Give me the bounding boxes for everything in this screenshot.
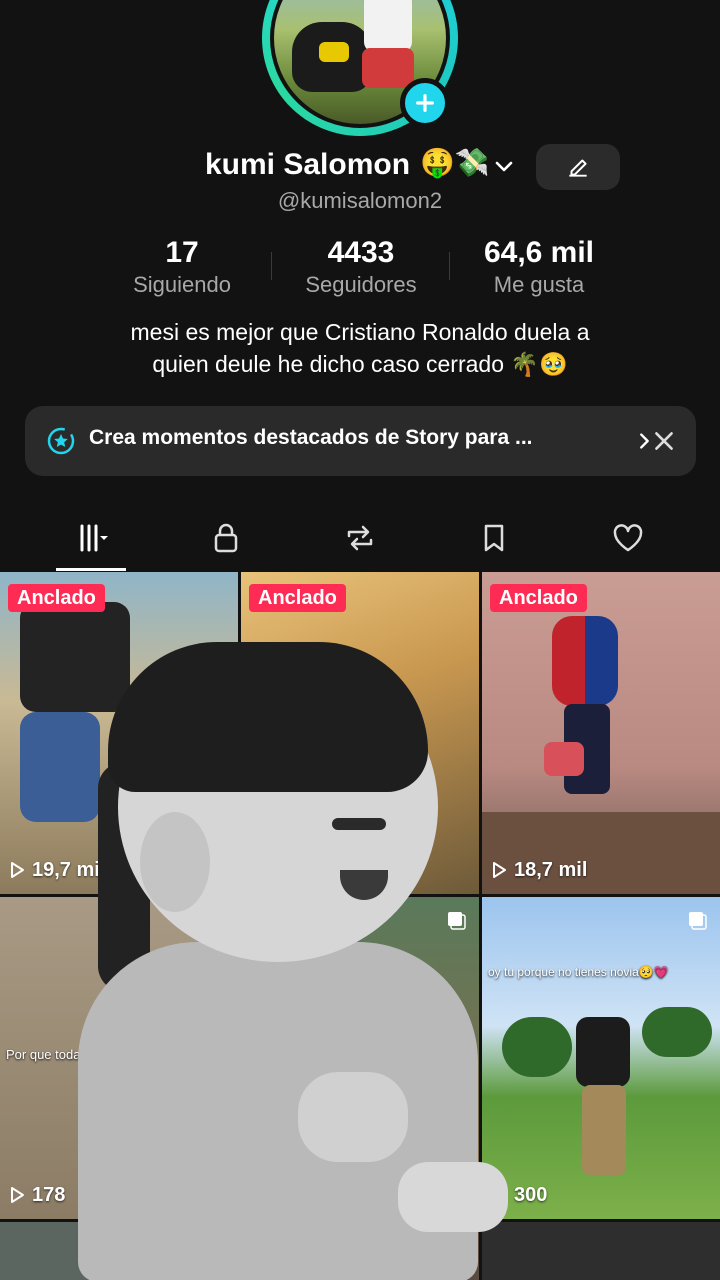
tab-saved[interactable]	[464, 516, 524, 560]
thumbnail-tree	[502, 1017, 572, 1077]
story-highlights-banner[interactable]: Crea momentos destacados de Story para .…	[25, 406, 696, 476]
tab-videos[interactable]	[64, 516, 124, 560]
tab-liked[interactable]	[598, 516, 658, 560]
stat-followers-value: 4433	[327, 236, 395, 269]
video-thumbnail[interactable]: Anclado 18,7 mil	[482, 572, 720, 894]
stat-likes[interactable]: 64,6 mil Me gusta	[466, 236, 612, 300]
tab-reposts[interactable]	[330, 516, 390, 560]
plus-icon	[416, 94, 434, 112]
stat-following[interactable]: 17 Siguiendo	[112, 236, 252, 300]
divider	[449, 252, 450, 280]
play-icon	[11, 1187, 24, 1203]
play-icon	[11, 862, 24, 878]
thumbnail-figure	[582, 1085, 626, 1175]
bio-line-2: quien deule he dicho caso cerrado 🌴🥹	[152, 351, 568, 377]
stat-followers[interactable]: 4433 Seguidores	[290, 236, 432, 300]
chevron-down-icon[interactable]	[492, 154, 516, 178]
profile-bio: mesi es mejor que Cristiano Ronaldo duel…	[60, 316, 660, 380]
stat-likes-label: Me gusta	[493, 272, 585, 297]
avatar-motorbike-tank	[319, 42, 349, 62]
tab-private[interactable]	[196, 516, 256, 560]
active-tab-indicator	[56, 568, 126, 571]
profile-tabs	[0, 506, 720, 572]
close-icon[interactable]	[651, 428, 677, 454]
stat-following-value: 17	[165, 236, 199, 269]
profile-stats: 17 Siguiendo 4433 Seguidores 64,6 mil Me…	[0, 236, 720, 300]
pinned-badge: Anclado	[249, 584, 346, 612]
thumbnail-tree	[642, 1007, 712, 1057]
sticker-hand	[298, 1072, 408, 1162]
stat-followers-label: Seguidores	[305, 272, 417, 297]
overlay-child-sticker	[78, 642, 508, 1280]
view-count-value: 18,7 mil	[514, 858, 588, 881]
bio-line-1: mesi es mejor que Cristiano Ronaldo duel…	[130, 319, 590, 345]
thumbnail-figure	[552, 616, 618, 706]
lock-icon	[214, 523, 238, 553]
heart-icon	[613, 524, 643, 552]
add-story-button[interactable]	[400, 78, 450, 128]
sticker-hair	[108, 642, 428, 792]
thumbnail-object	[544, 742, 584, 776]
view-count-value: 178	[32, 1183, 66, 1206]
story-banner-text: Crea momentos destacados de Story para .…	[89, 426, 533, 449]
view-count-value: 300	[514, 1183, 548, 1206]
photo-carousel-icon	[689, 912, 707, 930]
view-count: 178	[8, 1181, 65, 1209]
star-circle-icon	[47, 427, 75, 455]
avatar-person	[364, 0, 412, 52]
stat-following-label: Siguiendo	[133, 272, 231, 297]
sticker-eye	[332, 818, 386, 830]
profile-avatar[interactable]	[262, 0, 458, 136]
display-name: kumi Salomon	[205, 148, 411, 181]
videos-grid-icon	[80, 524, 108, 552]
repost-icon	[347, 525, 373, 551]
video-caption: oy tu porque no tienes novia🥺💗	[488, 965, 669, 979]
pinned-badge: Anclado	[490, 584, 587, 612]
divider	[271, 252, 272, 280]
thumbnail-figure	[576, 1017, 630, 1087]
profile-name-row: kumi Salomon 🤑💸	[0, 144, 720, 190]
username[interactable]: @kumisalomon2	[0, 188, 720, 214]
sticker-hand	[398, 1162, 508, 1232]
video-thumbnail[interactable]: oy tu porque no tienes novia🥺💗 300	[482, 897, 720, 1219]
edit-profile-button[interactable]	[536, 144, 620, 190]
pencil-icon	[569, 159, 587, 177]
display-name-emoji: 🤑💸	[420, 146, 490, 179]
video-thumbnail[interactable]	[482, 1222, 720, 1280]
bookmark-icon	[484, 524, 504, 552]
avatar-shorts	[362, 48, 414, 88]
pinned-badge: Anclado	[8, 584, 105, 612]
sticker-ear	[140, 812, 210, 912]
stat-likes-value: 64,6 mil	[483, 236, 595, 269]
